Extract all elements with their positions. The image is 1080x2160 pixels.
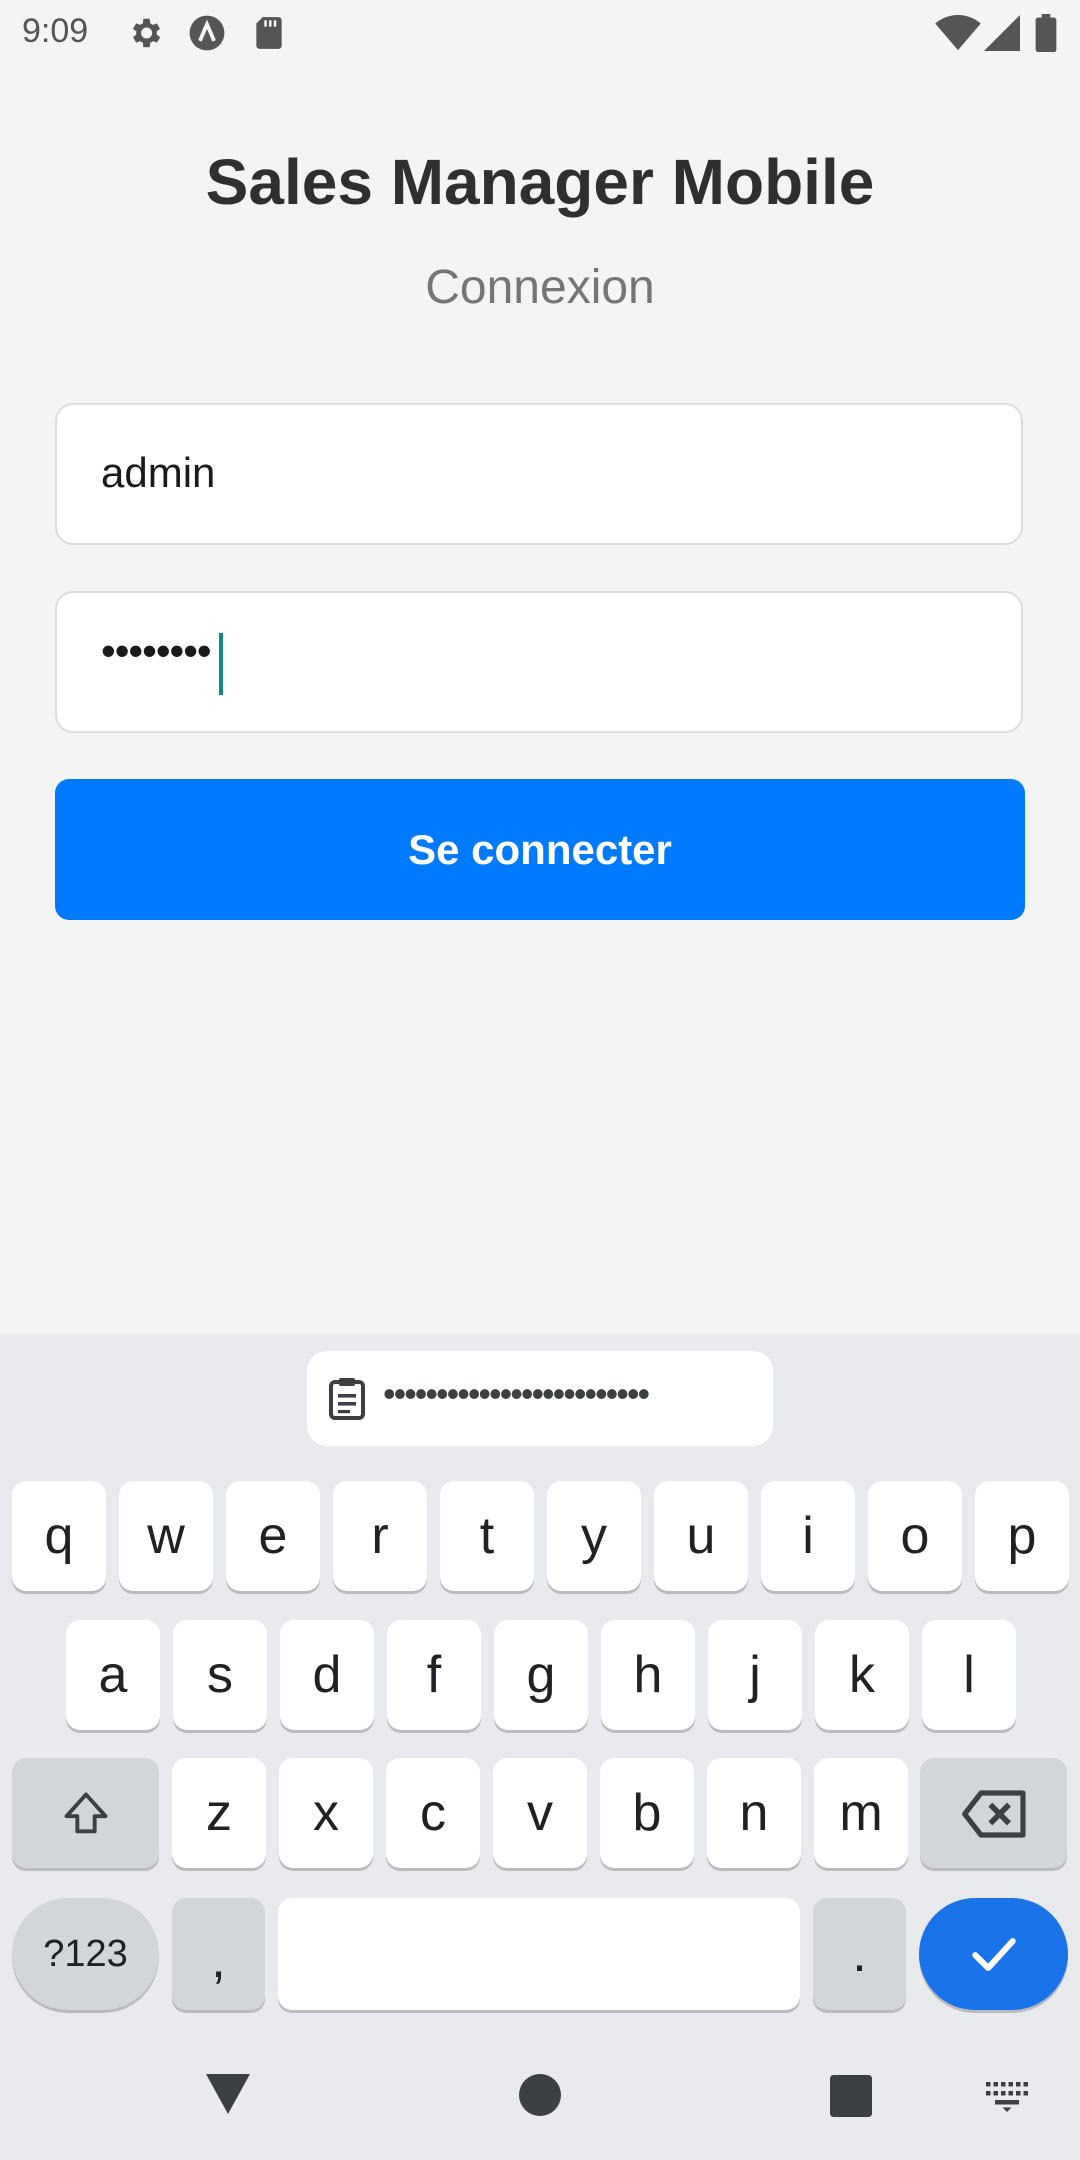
status-time: 9:09 [22, 12, 89, 50]
period-key[interactable]: . [813, 1898, 906, 2010]
password-value: •••••••• [101, 627, 212, 674]
text-caret [219, 633, 223, 695]
key-l[interactable]: l [922, 1620, 1016, 1730]
back-icon[interactable] [204, 2072, 252, 2116]
shift-icon [64, 1792, 108, 1834]
key-p[interactable]: p [975, 1481, 1069, 1591]
key-e[interactable]: e [226, 1481, 320, 1591]
wifi-icon [935, 14, 981, 51]
recents-icon[interactable] [830, 2075, 872, 2117]
key-k[interactable]: k [815, 1620, 909, 1730]
username-value: admin [101, 449, 216, 496]
key-w[interactable]: w [119, 1481, 213, 1591]
signal-icon [984, 15, 1020, 51]
key-y[interactable]: y [547, 1481, 641, 1591]
soft-keyboard: ••••••••••••••••••••••••• qwertyuiop asd… [0, 1334, 1080, 2160]
key-z[interactable]: z [172, 1758, 266, 1868]
key-i[interactable]: i [761, 1481, 855, 1591]
backspace-icon [962, 1790, 1026, 1838]
navigation-bar [0, 2040, 1080, 2160]
login-button[interactable]: Se connecter [55, 779, 1025, 920]
key-h[interactable]: h [601, 1620, 695, 1730]
username-field[interactable]: admin [55, 403, 1023, 545]
shift-key[interactable] [12, 1758, 159, 1868]
clipboard-suggestion[interactable]: ••••••••••••••••••••••••• [307, 1351, 773, 1446]
checkmark-icon [972, 1938, 1016, 1972]
key-a[interactable]: a [66, 1620, 160, 1730]
battery-icon [1035, 14, 1057, 52]
key-j[interactable]: j [708, 1620, 802, 1730]
key-n[interactable]: n [707, 1758, 801, 1868]
key-b[interactable]: b [600, 1758, 694, 1868]
key-o[interactable]: o [868, 1481, 962, 1591]
space-key[interactable] [278, 1898, 800, 2010]
comma-key[interactable]: , [172, 1898, 265, 2010]
key-s[interactable]: s [173, 1620, 267, 1730]
backspace-key[interactable] [920, 1758, 1067, 1868]
symbols-key[interactable]: ?123 [12, 1898, 159, 2010]
key-v[interactable]: v [493, 1758, 587, 1868]
key-f[interactable]: f [387, 1620, 481, 1730]
clipboard-icon [329, 1378, 365, 1420]
clipboard-preview: ••••••••••••••••••••••••• [383, 1373, 650, 1414]
key-d[interactable]: d [280, 1620, 374, 1730]
login-subtitle: Connexion [425, 261, 655, 314]
sd-card-icon [256, 17, 282, 49]
key-c[interactable]: c [386, 1758, 480, 1868]
key-m[interactable]: m [814, 1758, 908, 1868]
status-bar: 9:09 [0, 0, 1080, 66]
key-r[interactable]: r [333, 1481, 427, 1591]
gear-icon [132, 18, 161, 48]
key-x[interactable]: x [279, 1758, 373, 1868]
key-q[interactable]: q [12, 1481, 106, 1591]
keyboard-switch-icon[interactable] [986, 2082, 1028, 2112]
key-u[interactable]: u [654, 1481, 748, 1591]
home-icon[interactable] [519, 2074, 561, 2116]
app-title: Sales Manager Mobile [205, 146, 875, 218]
key-g[interactable]: g [494, 1620, 588, 1730]
password-field[interactable]: •••••••• [55, 591, 1023, 733]
enter-key[interactable] [919, 1898, 1068, 2010]
key-t[interactable]: t [440, 1481, 534, 1591]
app-a-icon [189, 15, 225, 51]
